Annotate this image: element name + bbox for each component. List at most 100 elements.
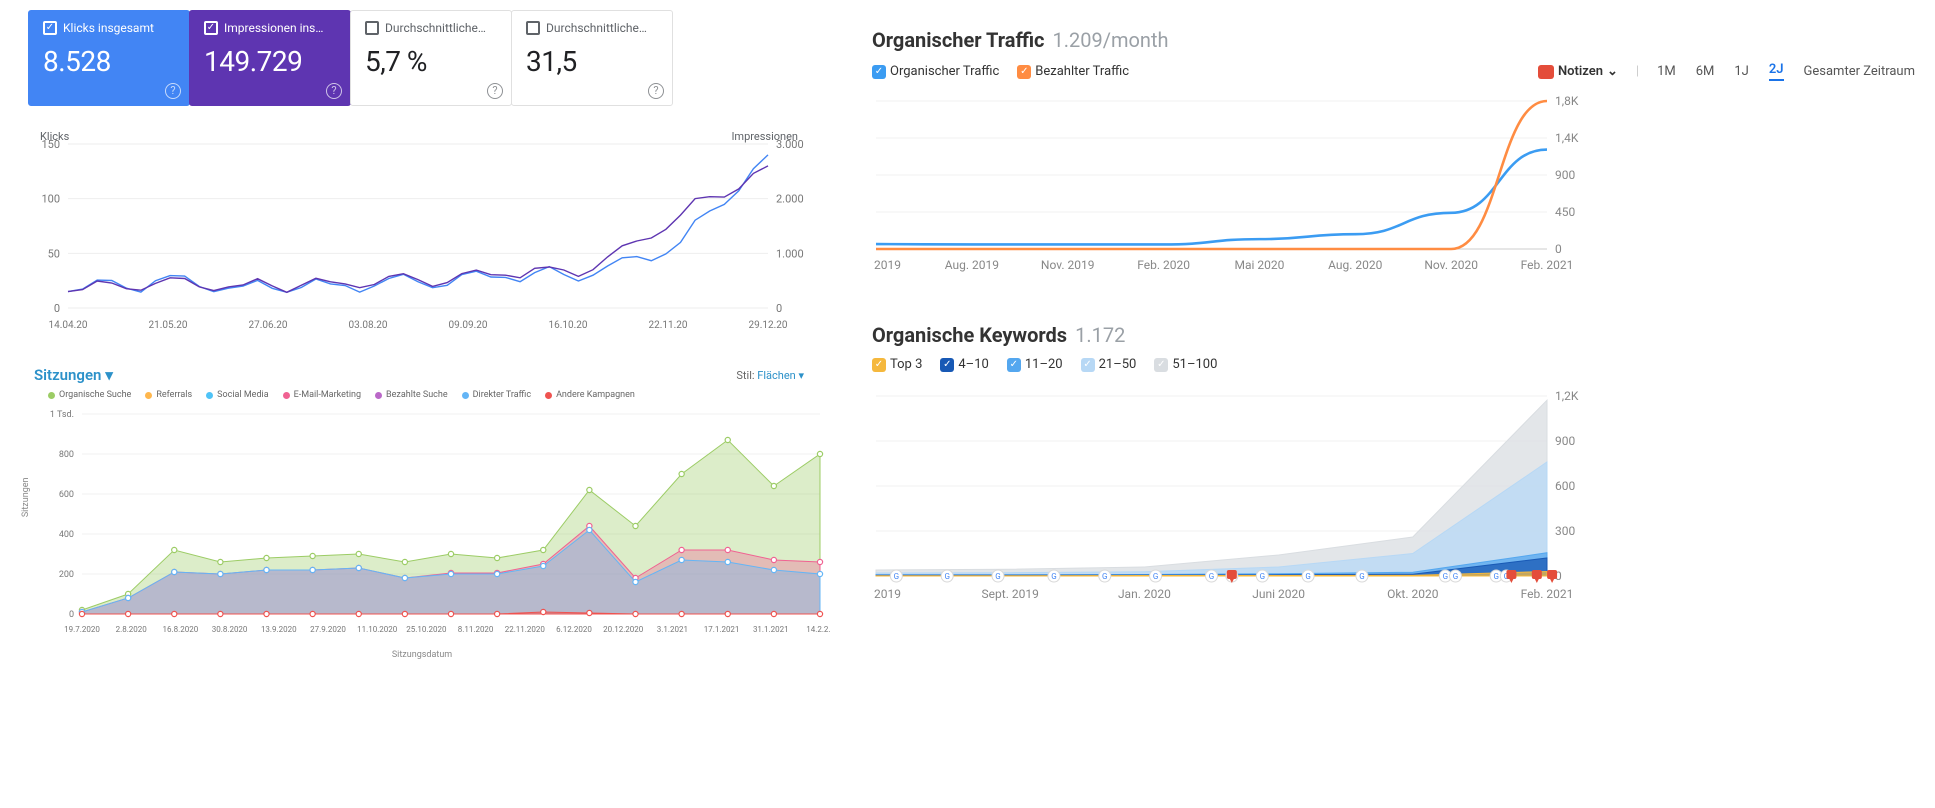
help-icon[interactable]: ? <box>326 83 342 99</box>
notes-dropdown[interactable]: Notizen ⌄ <box>1538 64 1618 79</box>
svg-text:31.1.2021: 31.1.2021 <box>753 625 789 634</box>
legend-checkbox-icon: ✓ <box>872 358 886 372</box>
y-axis-label: Sitzungen <box>21 477 31 517</box>
svg-text:30.8.2020: 30.8.2020 <box>212 625 248 634</box>
range-tab[interactable]: 6M <box>1696 64 1715 79</box>
legend-item[interactable]: Bezahlte Suche <box>375 390 448 400</box>
keywords-legend: ✓Top 3 ✓4–10 ✓11–20 ✓21–50 ✓51–100 <box>872 357 1915 372</box>
legend-organic-traffic[interactable]: ✓Organischer Traffic <box>872 64 999 79</box>
checkbox-icon <box>365 21 379 35</box>
svg-text:400: 400 <box>59 530 74 540</box>
section-subtitle: 1.172 <box>1075 323 1125 347</box>
svg-text:27.9.2020: 27.9.2020 <box>310 625 346 634</box>
legend-item[interactable]: Organische Suche <box>48 390 131 400</box>
svg-text:3.1.2021: 3.1.2021 <box>657 625 688 634</box>
kpi-cards: Klicks insgesamt 8.528 ? Impressionen in… <box>28 10 832 106</box>
legend-dot-icon <box>206 392 213 399</box>
section-title: Organische Keywords <box>872 323 1067 347</box>
legend-item[interactable]: ✓4–10 <box>940 357 988 372</box>
legend-item[interactable]: Andere Kampagnen <box>545 390 635 400</box>
legend-item[interactable]: ✓21–50 <box>1081 357 1137 372</box>
kpi-label: Durchschnittliche… <box>385 21 486 35</box>
svg-text:Nov. 2019: Nov. 2019 <box>1041 258 1095 272</box>
svg-text:14.2.2…: 14.2.2… <box>806 625 830 634</box>
legend-item[interactable]: Direkter Traffic <box>462 390 531 400</box>
legend-item[interactable]: E-Mail-Marketing <box>283 390 361 400</box>
checkbox-icon <box>204 21 218 35</box>
svg-text:Sept. 2019: Sept. 2019 <box>982 587 1039 601</box>
range-tab[interactable]: Gesamter Zeitraum <box>1804 64 1915 79</box>
range-tab[interactable]: 1M <box>1657 64 1676 79</box>
kpi-card-clicks[interactable]: Klicks insgesamt 8.528 ? <box>28 10 190 106</box>
svg-text:G: G <box>1443 572 1448 581</box>
legend-checkbox-icon: ✓ <box>940 358 954 372</box>
checkbox-icon <box>43 21 57 35</box>
legend-item[interactable]: Social Media <box>206 390 268 400</box>
legend-dot-icon <box>283 392 290 399</box>
kpi-value: 31,5 <box>526 45 658 78</box>
svg-text:0: 0 <box>69 610 74 620</box>
svg-text:900: 900 <box>1555 168 1575 182</box>
svg-text:1.000: 1.000 <box>776 247 804 260</box>
kpi-card-ctr[interactable]: Durchschnittliche… 5,7 % ? <box>350 10 512 106</box>
organic-keywords-chart: 1,2K9006003000Mai 2019Sept. 2019Jan. 202… <box>872 386 1915 610</box>
svg-text:Aug. 2019: Aug. 2019 <box>945 258 999 272</box>
sessions-dropdown[interactable]: Sitzungen ▾ <box>34 366 113 384</box>
svg-text:Feb. 2021: Feb. 2021 <box>1521 258 1574 272</box>
legend-checkbox-icon: ✓ <box>1154 358 1168 372</box>
sessions-title: Sitzungen <box>34 366 101 384</box>
legend-item[interactable]: ✓Top 3 <box>872 357 922 372</box>
legend-item[interactable]: ✓51–100 <box>1154 357 1217 372</box>
svg-text:03.08.20: 03.08.20 <box>349 320 388 331</box>
help-icon[interactable]: ? <box>165 83 181 99</box>
kpi-label: Klicks insgesamt <box>63 21 154 35</box>
svg-text:6.12.2020: 6.12.2020 <box>556 625 592 634</box>
legend-item[interactable]: ✓11–20 <box>1007 357 1063 372</box>
svg-text:G: G <box>995 572 1000 581</box>
kpi-card-position[interactable]: Durchschnittliche… 31,5 ? <box>511 10 673 106</box>
svg-text:Juni 2020: Juni 2020 <box>1252 587 1305 601</box>
svg-text:Mai 2019: Mai 2019 <box>872 258 901 272</box>
svg-text:G: G <box>944 572 949 581</box>
svg-text:1,8K: 1,8K <box>1555 95 1579 108</box>
svg-text:16.8.2020: 16.8.2020 <box>163 625 199 634</box>
svg-text:0: 0 <box>776 302 782 315</box>
section-title: Organischer Traffic <box>872 28 1044 52</box>
help-icon[interactable]: ? <box>487 83 503 99</box>
range-tab[interactable]: 1J <box>1734 64 1748 79</box>
legend-dot-icon <box>145 392 152 399</box>
svg-text:1,2K: 1,2K <box>1555 389 1579 403</box>
help-icon[interactable]: ? <box>648 83 664 99</box>
svg-text:13.9.2020: 13.9.2020 <box>261 625 297 634</box>
legend-dot-icon <box>48 392 55 399</box>
kpi-card-impressions[interactable]: Impressionen ins… 149.729 ? <box>189 10 351 106</box>
svg-text:300: 300 <box>1555 524 1575 538</box>
svg-text:11.10.2020: 11.10.2020 <box>357 625 398 634</box>
svg-text:G: G <box>1260 572 1265 581</box>
svg-text:G: G <box>1305 572 1310 581</box>
svg-text:G: G <box>1493 572 1498 581</box>
kpi-label: Durchschnittliche… <box>546 21 647 35</box>
svg-text:G: G <box>1359 572 1364 581</box>
svg-text:22.11.20: 22.11.20 <box>649 320 688 331</box>
svg-text:0: 0 <box>1555 242 1562 256</box>
svg-text:Jan. 2020: Jan. 2020 <box>1118 587 1171 601</box>
svg-text:G: G <box>1153 572 1158 581</box>
svg-text:Feb. 2021: Feb. 2021 <box>1521 587 1574 601</box>
chart-style-selector[interactable]: Stil: Flächen ▾ <box>736 369 804 382</box>
svg-text:29.12.20: 29.12.20 <box>749 320 788 331</box>
kpi-label: Impressionen ins… <box>224 21 323 35</box>
range-tab[interactable]: 2J <box>1769 62 1784 81</box>
kpi-value: 149.729 <box>204 45 336 78</box>
legend-checkbox-icon: ✓ <box>1081 358 1095 372</box>
legend-item[interactable]: Referrals <box>145 390 192 400</box>
svg-text:150: 150 <box>41 138 60 151</box>
svg-text:G: G <box>894 572 899 581</box>
date-range-tabs: 1M 6M 1J 2J Gesamter Zeitraum <box>1657 62 1915 81</box>
svg-text:Feb. 2020: Feb. 2020 <box>1137 258 1190 272</box>
svg-text:1,4K: 1,4K <box>1555 131 1579 145</box>
svg-text:1 Tsd.: 1 Tsd. <box>50 410 74 420</box>
legend-paid-traffic[interactable]: ✓Bezahlter Traffic <box>1017 64 1129 79</box>
legend-dot-icon <box>375 392 382 399</box>
svg-text:G: G <box>1209 572 1214 581</box>
